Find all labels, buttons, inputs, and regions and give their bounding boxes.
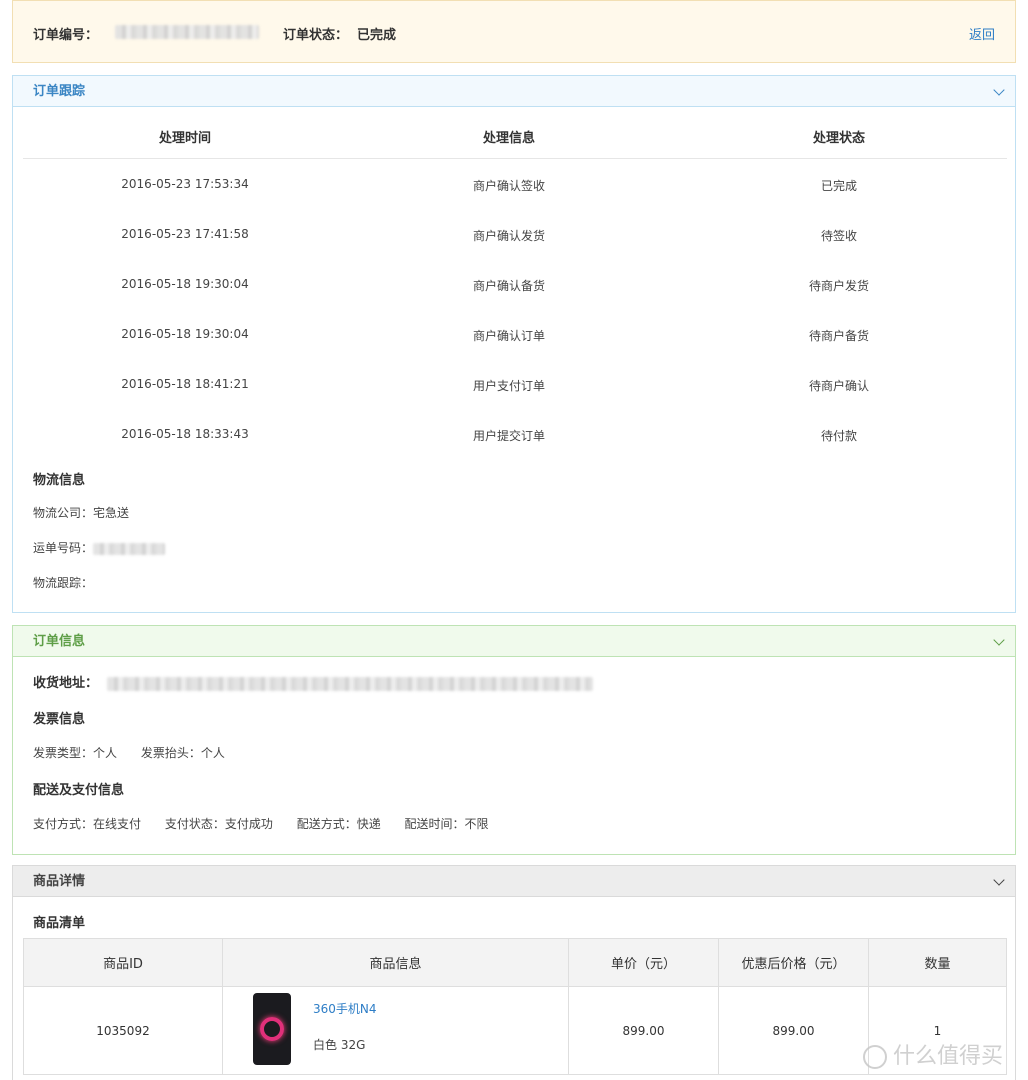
watermark: 什么值得买	[862, 1038, 1003, 1070]
row-info: 商户确认订单	[472, 329, 546, 343]
shipping-address: 收货地址：	[33, 672, 593, 691]
invoice-type: 发票类型：个人	[33, 746, 118, 760]
goods-table: 商品ID 商品信息 单价（元） 优惠后价格（元） 数量 1035092 360手…	[23, 938, 1007, 1075]
row-status: 待签收	[820, 229, 858, 243]
invoice-details: 发票类型：个人 发票抬头：个人	[33, 744, 225, 761]
watermark-logo-icon	[862, 1045, 887, 1069]
row-info: 用户支付订单	[472, 379, 546, 393]
ship-method: 配送方式：快递	[296, 817, 381, 831]
row-info: 商户确认发货	[472, 229, 546, 243]
row-time: 2016-05-23 17:53:34	[121, 177, 249, 191]
logistics-company-value: 宅急送	[93, 506, 130, 520]
product-image[interactable]	[253, 993, 291, 1068]
waybill-redacted	[93, 542, 166, 555]
row-info: 商户确认备货	[472, 279, 546, 293]
waybill-number: 运单号码：	[33, 539, 166, 556]
tracking-row: 2016-05-23 17:41:58 商户确认发货 待签收	[23, 227, 1007, 277]
phone-icon	[253, 993, 291, 1065]
item-discount-price: 899.00	[718, 986, 869, 1075]
col-qty: 数量	[868, 938, 1007, 987]
goods-detail-header[interactable]: 商品详情	[13, 866, 1015, 897]
watermark-text: 什么值得买	[892, 1044, 1003, 1069]
chevron-down-icon[interactable]	[993, 874, 1005, 886]
ship-time: 配送时间：不限	[404, 817, 489, 831]
table-row: 1035092 360手机N4 白色 32G 899.00 899.00 1	[23, 986, 1007, 1075]
tracking-row: 2016-05-18 18:33:43 用户提交订单 待付款	[23, 427, 1007, 477]
header-status: 处理状态	[812, 131, 866, 146]
back-link[interactable]: 返回	[969, 24, 995, 43]
row-status: 待商户备货	[808, 329, 870, 343]
tracking-row: 2016-05-23 17:53:34 商户确认签收 已完成	[23, 177, 1007, 227]
address-label: 收货地址：	[33, 676, 99, 691]
row-status: 待商户发货	[808, 279, 870, 293]
col-discount: 优惠后价格（元）	[718, 938, 869, 987]
waybill-label: 运单号码：	[33, 541, 94, 555]
order-status-label: 订单状态：	[283, 28, 349, 43]
logistics-title: 物流信息	[33, 473, 86, 488]
goods-list-title: 商品清单	[33, 916, 86, 931]
product-name-link[interactable]: 360手机N4	[313, 1000, 377, 1017]
order-tracking-header[interactable]: 订单跟踪	[13, 76, 1015, 107]
tracking-row: 2016-05-18 19:30:04 商户确认备货 待商户发货	[23, 277, 1007, 327]
header-time: 处理时间	[158, 131, 212, 146]
logistics-company: 物流公司：宅急送	[33, 504, 129, 521]
header-info: 处理信息	[482, 131, 536, 146]
row-status: 已完成	[820, 179, 858, 193]
product-spec: 白色 32G	[313, 1038, 366, 1052]
pay-status: 支付状态：支付成功	[164, 817, 273, 831]
row-time: 2016-05-18 19:30:04	[121, 327, 249, 341]
order-status-value: 已完成	[357, 28, 397, 43]
order-info-header[interactable]: 订单信息	[13, 626, 1015, 657]
order-info-title: 订单信息	[33, 634, 86, 649]
col-info: 商品信息	[222, 938, 569, 987]
order-number-redacted	[115, 25, 259, 39]
tracking-row: 2016-05-18 18:41:21 用户支付订单 待商户确认	[23, 377, 1007, 427]
chevron-down-icon[interactable]	[993, 634, 1005, 646]
tracking-row: 2016-05-18 19:30:04 商户确认订单 待商户备货	[23, 327, 1007, 377]
pay-method: 支付方式：在线支付	[33, 817, 142, 831]
goods-detail-title: 商品详情	[33, 874, 86, 889]
order-summary-bar: 订单编号： 订单状态： 已完成 返回	[12, 0, 1016, 63]
invoice-title: 发票信息	[33, 712, 86, 727]
row-time: 2016-05-23 17:41:58	[121, 227, 249, 241]
row-info: 用户提交订单	[472, 429, 546, 443]
order-tracking-title: 订单跟踪	[33, 84, 86, 99]
order-info-panel: 订单信息 收货地址： 发票信息 发票类型：个人 发票抬头：个人 配送及支付信息 …	[12, 625, 1016, 855]
row-status: 待付款	[820, 429, 858, 443]
goods-detail-panel: 商品详情 商品清单 商品ID 商品信息 单价（元） 优惠后价格（元） 数量 10…	[12, 865, 1016, 1080]
row-info: 商户确认签收	[472, 179, 546, 193]
invoice-head: 发票抬头：个人	[140, 746, 225, 760]
col-id: 商品ID	[23, 938, 223, 987]
order-tracking-panel: 订单跟踪 处理时间 处理信息 处理状态 2016-05-23 17:53:34 …	[12, 75, 1016, 613]
item-price: 899.00	[568, 986, 719, 1075]
address-redacted	[106, 676, 593, 691]
item-id: 1035092	[23, 986, 223, 1075]
logistics-company-label: 物流公司：	[33, 506, 94, 520]
goods-table-header: 商品ID 商品信息 单价（元） 优惠后价格（元） 数量	[23, 938, 1007, 987]
row-status: 待商户确认	[808, 379, 870, 393]
col-price: 单价（元）	[568, 938, 719, 987]
item-info-cell: 360手机N4 白色 32G	[222, 986, 569, 1075]
payment-shipping-details: 支付方式：在线支付 支付状态：支付成功 配送方式：快递 配送时间：不限	[33, 815, 489, 832]
chevron-down-icon[interactable]	[993, 84, 1005, 96]
order-number-label: 订单编号：	[33, 28, 99, 43]
row-time: 2016-05-18 18:33:43	[121, 427, 249, 441]
payment-shipping-title: 配送及支付信息	[33, 783, 125, 798]
logistics-tracking-label: 物流跟踪：	[33, 576, 94, 590]
row-time: 2016-05-18 18:41:21	[121, 377, 249, 391]
row-time: 2016-05-18 19:30:04	[121, 277, 249, 291]
logistics-tracking: 物流跟踪：	[33, 574, 93, 591]
tracking-table-header: 处理时间 处理信息 处理状态	[23, 107, 1007, 159]
